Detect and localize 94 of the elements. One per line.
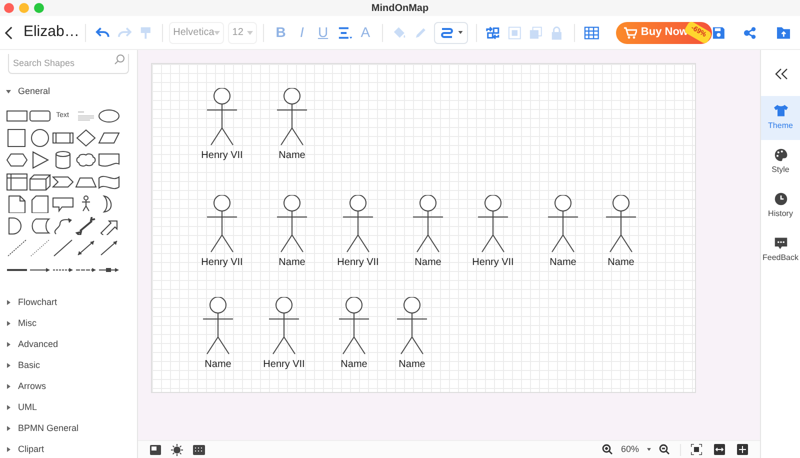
caret-icon [247, 30, 254, 34]
shape-icon[interactable] [98, 173, 120, 191]
arrange-icon[interactable] [485, 24, 501, 40]
table-icon[interactable] [584, 24, 599, 40]
section-header[interactable]: Misc [0, 313, 137, 334]
stick-figure[interactable] [205, 88, 239, 146]
window-title: MindOnMap [371, 2, 429, 16]
section-header[interactable]: Arrows [0, 376, 137, 397]
stick-figure[interactable] [201, 297, 235, 355]
expanded-caret-icon [6, 89, 11, 94]
map-panel-icon[interactable] [150, 444, 161, 454]
figure-label: Henry VII [201, 150, 243, 162]
stick-figure[interactable] [205, 195, 239, 253]
stick-figure[interactable] [267, 297, 301, 355]
section-header[interactable]: General [0, 81, 137, 102]
figure-label: Name [204, 359, 232, 371]
search-icon[interactable] [114, 54, 125, 65]
cart-icon [624, 26, 637, 38]
section-header[interactable]: Flowchart [0, 292, 137, 313]
collapsed-caret-icon [6, 426, 11, 431]
stick-figure[interactable] [275, 88, 309, 146]
shape-icon[interactable] [6, 195, 28, 213]
section-header[interactable]: BPMN General [0, 418, 137, 439]
figure-label: Henry VII [472, 257, 514, 269]
folder-icon[interactable] [776, 26, 790, 39]
stick-figure[interactable] [337, 297, 371, 355]
stick-figure[interactable] [546, 195, 580, 253]
collapsed-caret-icon [6, 405, 11, 410]
figure-label: Name [398, 359, 426, 371]
stick-figure[interactable] [604, 195, 638, 253]
shape-icon[interactable] [28, 129, 50, 147]
stick-figure[interactable] [341, 195, 375, 253]
shape-icon[interactable] [28, 173, 50, 191]
caret-icon [458, 31, 463, 34]
chat-icon [774, 236, 788, 250]
figure-label: Name [608, 257, 634, 269]
figure-label: Name [278, 150, 306, 162]
search-field[interactable]: Search Shapes [8, 54, 129, 74]
fit-page-icon[interactable] [737, 444, 748, 455]
clock-icon [774, 192, 788, 206]
shape-icon[interactable] [6, 151, 28, 169]
figure-label: Name [414, 257, 442, 269]
shape-icon[interactable] [28, 195, 50, 213]
fit-width-icon[interactable] [714, 444, 725, 455]
align-icon[interactable] [336, 24, 352, 40]
close-window-button[interactable] [4, 3, 14, 13]
figure-label: Henry VII [263, 359, 305, 371]
shape-icon[interactable] [74, 217, 96, 235]
shape-icon[interactable] [52, 195, 74, 213]
keyboard-icon[interactable] [193, 444, 205, 454]
sun-icon[interactable] [171, 444, 183, 456]
share-icon[interactable] [743, 26, 757, 40]
collapsed-caret-icon [6, 342, 11, 347]
fit-screen-icon[interactable] [691, 444, 702, 455]
figure-label: Name [550, 257, 576, 269]
zoom-dropdown[interactable]: 60% [620, 442, 651, 456]
section-header[interactable]: Advanced [0, 334, 137, 355]
figure-label: Henry VII [201, 257, 243, 269]
stick-figure[interactable] [411, 195, 445, 253]
section-header[interactable]: Basic [0, 355, 137, 376]
collapsed-caret-icon [6, 384, 11, 389]
collapse-icon[interactable] [774, 68, 788, 80]
shape-icon[interactable] [74, 151, 96, 169]
shape-icon[interactable] [98, 151, 120, 169]
figure-label: Henry VII [337, 257, 379, 269]
figure-label: Name [340, 359, 368, 371]
collapsed-caret-icon [6, 363, 11, 368]
connector-style-button[interactable] [434, 22, 468, 44]
shape-icon[interactable] [6, 129, 28, 147]
save-icon[interactable] [712, 26, 726, 40]
zoom-out-icon[interactable] [659, 444, 670, 455]
drawing-canvas[interactable]: Henry VII Name Henry VII Name Henry VII Name Henry VII Name Name Name Henry VII Name Name [151, 63, 696, 393]
section-header[interactable]: UML [0, 397, 137, 418]
figure-label: Name [278, 257, 306, 269]
shape-icon[interactable] [52, 217, 74, 235]
side-tab[interactable]: Theme [761, 96, 800, 140]
shape-icon[interactable] [6, 239, 28, 257]
collapsed-caret-icon [6, 300, 11, 305]
stick-figure[interactable] [476, 195, 510, 253]
shape-icon[interactable] [52, 239, 74, 257]
zoom-in-icon[interactable] [602, 444, 613, 455]
shape-icon[interactable] [6, 173, 28, 191]
section-header[interactable]: Clipart [0, 439, 137, 458]
shape-icon[interactable] [74, 129, 96, 147]
caret-icon [214, 30, 220, 34]
palette-icon [774, 148, 788, 162]
document-title: Elizab… [23, 22, 80, 42]
stick-figure[interactable] [275, 195, 309, 253]
caret-icon [647, 448, 651, 451]
shirt-icon [774, 104, 788, 118]
stick-figure[interactable] [395, 297, 429, 355]
collapsed-caret-icon [6, 321, 11, 326]
shape-icon[interactable] [98, 107, 120, 125]
collapsed-caret-icon [6, 447, 11, 452]
